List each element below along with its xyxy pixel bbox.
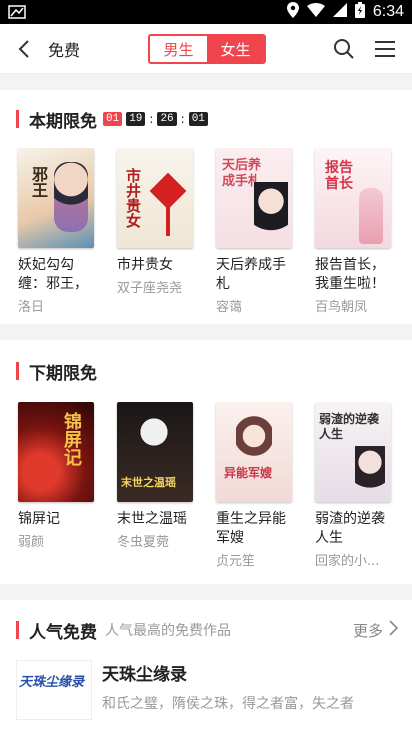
tab-female[interactable]: 女生 <box>207 36 264 62</box>
divider <box>0 324 412 340</box>
book-cover: 末世之温瑶 <box>117 402 193 502</box>
book-title: 报告首长，我重生啦！ <box>315 257 385 292</box>
page-title: 免费 <box>48 40 81 60</box>
book-cover: 天珠尘缘录 <box>16 660 92 720</box>
book-description: 和氏之璧，隋侯之珠，得之者富，失之者 <box>102 696 354 712</box>
divider <box>0 584 412 600</box>
timer-seconds: 01 <box>188 112 208 126</box>
back-icon[interactable] <box>14 37 34 61</box>
gender-tabs: 男生 女生 <box>148 34 266 64</box>
search-icon[interactable] <box>333 38 355 60</box>
location-icon <box>286 2 299 22</box>
list-item[interactable]: 天珠尘缘录 天珠尘缘录 和氏之璧，隋侯之珠，得之者富，失之者 <box>16 660 412 720</box>
book-card[interactable]: 报告首长 报告首长，我重生啦！ 百鸟朝凤 <box>315 148 393 315</box>
book-card[interactable]: 锦屏记 锦屏记 弱颜 <box>18 402 96 569</box>
notification-icon <box>8 4 28 20</box>
book-card[interactable]: 邪王 妖妃勾勾缠：邪王， 洛日 <box>18 148 96 315</box>
book-cover: 异能军嫂 <box>216 402 292 502</box>
battery-icon <box>354 2 365 22</box>
book-author: 贞元笙 <box>216 554 256 569</box>
signal-icon <box>332 3 347 21</box>
book-author: 冬虫夏菀 <box>117 535 170 550</box>
book-card[interactable]: 弱渣的逆袭人生 弱渣的逆袭人生 回家的小... <box>315 402 393 569</box>
timer-minutes: 26 <box>157 112 177 126</box>
book-card[interactable]: 异能军嫂 重生之异能军嫂 贞元笙 <box>216 402 294 569</box>
book-author: 弱颜 <box>18 535 45 550</box>
divider <box>0 74 412 90</box>
next-free-section: 下期限免 锦屏记 锦屏记 弱颜 末世之温瑶 末世之温瑶 冬虫夏菀 异能军嫂 重生… <box>0 340 412 584</box>
timer-days: 01 <box>103 112 123 126</box>
book-title: 天后养成手札 <box>216 257 286 292</box>
book-title: 弱渣的逆袭人生 <box>315 511 385 546</box>
more-button[interactable]: 更多 <box>353 620 399 641</box>
book-title: 锦屏记 <box>18 511 60 527</box>
wifi-icon <box>306 3 325 21</box>
book-card[interactable]: 末世之温瑶 末世之温瑶 冬虫夏菀 <box>117 402 195 569</box>
book-card[interactable]: 天后养成手札 天后养成手札 容蔼 <box>216 148 294 315</box>
book-cover: 报告首长 <box>315 148 391 248</box>
book-title: 市井贵女 <box>117 257 173 273</box>
section-accent <box>16 621 19 639</box>
section-subtitle: 人气最高的免费作品 <box>105 623 231 639</box>
popular-free-section: 人气免费 人气最高的免费作品 更多 天珠尘缘录 天珠尘缘录 和氏之璧，隋侯之珠，… <box>0 600 412 720</box>
book-cover: 弱渣的逆袭人生 <box>315 402 391 502</box>
menu-icon[interactable] <box>374 40 396 58</box>
book-author: 洛日 <box>18 300 45 315</box>
book-cover: 市井贵女 <box>117 148 193 248</box>
section-title: 本期限免 <box>29 111 97 132</box>
timer-hours: 19 <box>126 112 146 126</box>
section-title: 人气免费 <box>29 622 97 643</box>
section-title: 下期限免 <box>29 363 97 384</box>
book-cover: 锦屏记 <box>18 402 94 502</box>
book-title: 重生之异能军嫂 <box>216 511 286 546</box>
book-author: 回家的小... <box>315 554 380 569</box>
book-author: 双子座尧尧 <box>117 281 183 296</box>
section-accent <box>16 362 19 380</box>
status-bar: 6:34 <box>0 0 412 24</box>
current-free-section: 本期限免 01 19 : 26 : 01 邪王 妖妃勾勾缠：邪王， 洛日 市井贵… <box>0 90 412 324</box>
chevron-right-icon <box>389 620 399 640</box>
clock: 6:34 <box>372 3 404 20</box>
book-cover: 天后养成手札 <box>216 148 292 248</box>
book-title: 末世之温瑶 <box>117 511 187 527</box>
book-cover: 邪王 <box>18 148 94 248</box>
section-accent <box>16 110 19 128</box>
book-card[interactable]: 市井贵女 市井贵女 双子座尧尧 <box>117 148 195 315</box>
top-bar: 免费 男生 女生 <box>0 24 412 74</box>
book-title: 天珠尘缘录 <box>102 665 187 685</box>
tab-male[interactable]: 男生 <box>150 36 207 62</box>
countdown-timer: 01 19 : 26 : 01 <box>103 112 208 126</box>
book-author: 容蔼 <box>216 300 243 315</box>
book-author: 百鸟朝凤 <box>315 300 368 315</box>
book-title: 妖妃勾勾缠：邪王， <box>18 257 88 292</box>
